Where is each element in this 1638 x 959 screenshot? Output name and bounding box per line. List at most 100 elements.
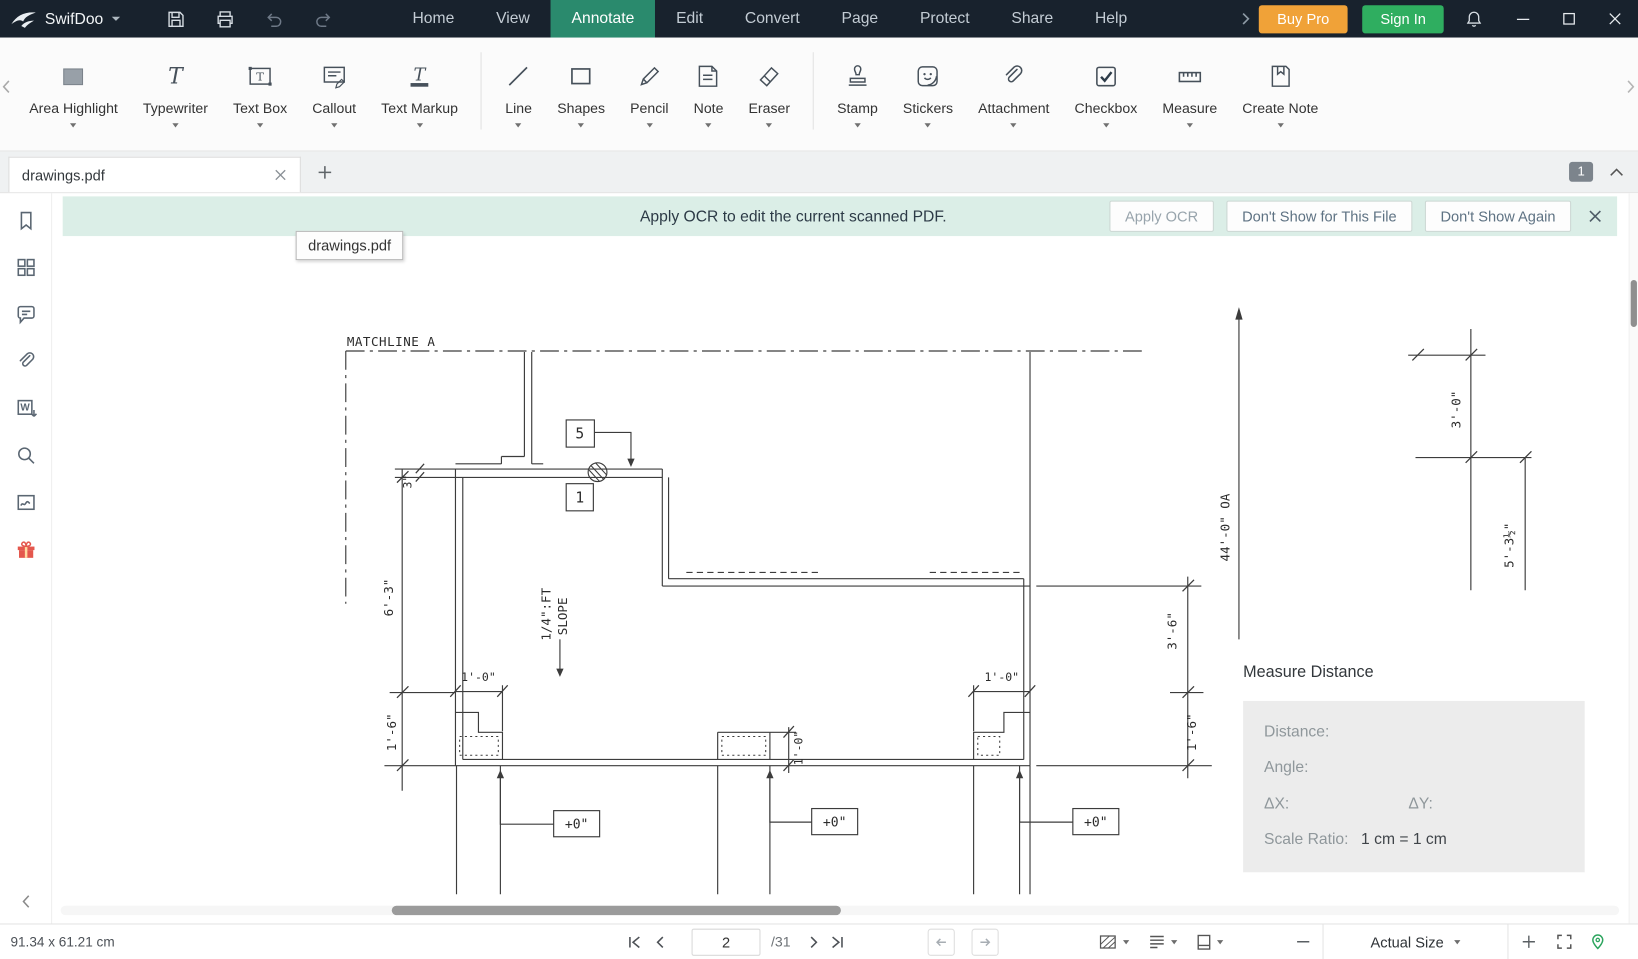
save-icon[interactable] xyxy=(166,9,186,29)
vertical-scrollbar[interactable] xyxy=(1629,193,1638,923)
line-icon xyxy=(505,61,532,92)
close-button[interactable] xyxy=(1592,0,1638,38)
vertical-scrollbar-thumb[interactable] xyxy=(1631,280,1637,327)
measure-panel-body: Distance: Angle: ΔX: ΔY: Scale Ratio: 1 … xyxy=(1243,701,1585,872)
chevron-down-icon[interactable] xyxy=(416,123,422,127)
chevron-right-icon[interactable] xyxy=(1241,11,1250,26)
maximize-button[interactable] xyxy=(1546,0,1592,38)
toolbar-item-area-highlight[interactable]: Area Highlight xyxy=(17,38,131,151)
toolbar-item-shapes[interactable]: Shapes xyxy=(545,38,618,151)
chevron-down-icon[interactable] xyxy=(705,123,711,127)
undo-icon[interactable] xyxy=(264,9,284,29)
apply-ocr-button[interactable]: Apply OCR xyxy=(1109,201,1213,232)
menu-help[interactable]: Help xyxy=(1074,0,1148,38)
chevron-down-icon[interactable] xyxy=(854,123,860,127)
chevron-down-icon[interactable] xyxy=(515,123,521,127)
next-page-icon[interactable] xyxy=(807,934,821,949)
text-box-icon: T xyxy=(247,61,274,92)
last-page-icon[interactable] xyxy=(829,934,845,949)
toolbar-item-text-box[interactable]: T Text Box xyxy=(221,38,300,151)
toolbar-separator xyxy=(813,52,814,129)
search-icon[interactable] xyxy=(0,431,51,478)
document-tab[interactable]: drawings.pdf xyxy=(8,157,300,193)
buy-pro-button[interactable]: Buy Pro xyxy=(1258,5,1348,33)
toolbar-item-create-note[interactable]: Create Note xyxy=(1230,38,1331,151)
angle-label: Angle: xyxy=(1264,759,1308,777)
gift-icon[interactable] xyxy=(0,525,51,572)
toolbar-item-measure[interactable]: Measure xyxy=(1150,38,1230,151)
menu-convert[interactable]: Convert xyxy=(724,0,821,38)
notice-close-icon[interactable] xyxy=(1588,209,1603,224)
chevron-down-icon[interactable] xyxy=(331,123,337,127)
matchline-label: MATCHLINE A xyxy=(347,334,436,349)
toolbar-item-eraser[interactable]: Eraser xyxy=(736,38,803,151)
toolbar-item-line[interactable]: Line xyxy=(492,38,544,151)
word-export-icon[interactable]: W xyxy=(0,384,51,431)
print-icon[interactable] xyxy=(215,9,235,29)
note-icon xyxy=(695,61,722,92)
toolbar-item-typewriter[interactable]: T Typewriter xyxy=(130,38,220,151)
chevron-down-icon[interactable] xyxy=(1011,123,1017,127)
menu-page[interactable]: Page xyxy=(821,0,899,38)
chevron-down-icon[interactable] xyxy=(257,123,263,127)
auto-scroll-pin-icon[interactable] xyxy=(1584,933,1611,951)
zoom-level-dropdown[interactable]: Actual Size xyxy=(1323,924,1509,959)
reading-mode-dropdown[interactable] xyxy=(1148,934,1177,950)
menu-protect[interactable]: Protect xyxy=(899,0,990,38)
menu-share[interactable]: Share xyxy=(990,0,1074,38)
first-page-icon[interactable] xyxy=(627,934,643,949)
notifications-bell-icon[interactable] xyxy=(1465,9,1484,28)
attachments-icon[interactable] xyxy=(0,337,51,384)
bookmarks-icon[interactable] xyxy=(0,196,51,243)
zoom-out-icon[interactable] xyxy=(1289,934,1316,950)
menu-annotate[interactable]: Annotate xyxy=(551,0,656,38)
chevron-down-icon[interactable] xyxy=(766,123,772,127)
distance-label: Distance: xyxy=(1264,723,1329,741)
chevron-down-icon[interactable] xyxy=(112,17,120,21)
menu-home[interactable]: Home xyxy=(392,0,476,38)
collapse-toolbar-chevron-up-icon[interactable] xyxy=(1610,168,1624,176)
page-background-dropdown[interactable] xyxy=(1099,933,1129,950)
comments-icon[interactable] xyxy=(0,290,51,337)
chevron-down-icon[interactable] xyxy=(1187,123,1193,127)
sign-in-button[interactable]: Sign In xyxy=(1363,5,1444,33)
chevron-down-icon[interactable] xyxy=(70,123,76,127)
horizontal-scrollbar[interactable] xyxy=(61,906,1620,915)
open-documents-count-badge[interactable]: 1 xyxy=(1569,162,1593,181)
sidebar-collapse-icon[interactable] xyxy=(21,894,29,909)
next-view-icon[interactable] xyxy=(972,928,999,955)
page-layout-dropdown[interactable] xyxy=(1196,933,1223,950)
signature-icon[interactable] xyxy=(0,478,51,525)
minimize-button[interactable] xyxy=(1500,0,1546,38)
menu-view[interactable]: View xyxy=(475,0,550,38)
page-number-input[interactable] xyxy=(692,928,761,955)
toolbar-scroll-right-icon[interactable] xyxy=(1627,79,1635,94)
chevron-down-icon[interactable] xyxy=(925,123,931,127)
chevron-down-icon[interactable] xyxy=(578,123,584,127)
toolbar-item-text-markup[interactable]: T Text Markup xyxy=(369,38,471,151)
fullscreen-icon[interactable] xyxy=(1550,933,1577,951)
dont-show-file-button[interactable]: Don't Show for This File xyxy=(1226,201,1412,232)
tab-close-icon[interactable] xyxy=(272,166,290,184)
previous-page-icon[interactable] xyxy=(653,934,667,949)
chevron-down-icon[interactable] xyxy=(1277,123,1283,127)
toolbar-item-pencil[interactable]: Pencil xyxy=(618,38,681,151)
menu-edit[interactable]: Edit xyxy=(655,0,724,38)
toolbar-item-callout[interactable]: Callout xyxy=(300,38,369,151)
toolbar-item-attachment[interactable]: Attachment xyxy=(966,38,1062,151)
chevron-down-icon[interactable] xyxy=(646,123,652,127)
toolbar-scroll-left-icon[interactable] xyxy=(2,79,10,94)
chevron-down-icon[interactable] xyxy=(1103,123,1109,127)
toolbar-item-stickers[interactable]: Stickers xyxy=(890,38,965,151)
previous-view-icon[interactable] xyxy=(928,928,955,955)
zoom-in-icon[interactable] xyxy=(1515,934,1542,950)
thumbnails-icon[interactable] xyxy=(0,243,51,290)
new-tab-icon[interactable] xyxy=(318,165,333,180)
chevron-down-icon[interactable] xyxy=(172,123,178,127)
toolbar-item-stamp[interactable]: Stamp xyxy=(825,38,891,151)
toolbar-item-checkbox[interactable]: Checkbox xyxy=(1062,38,1150,151)
dont-show-again-button[interactable]: Don't Show Again xyxy=(1425,201,1571,232)
redo-icon[interactable] xyxy=(313,9,333,29)
horizontal-scrollbar-thumb[interactable] xyxy=(392,906,841,915)
toolbar-item-note[interactable]: Note xyxy=(681,38,736,151)
